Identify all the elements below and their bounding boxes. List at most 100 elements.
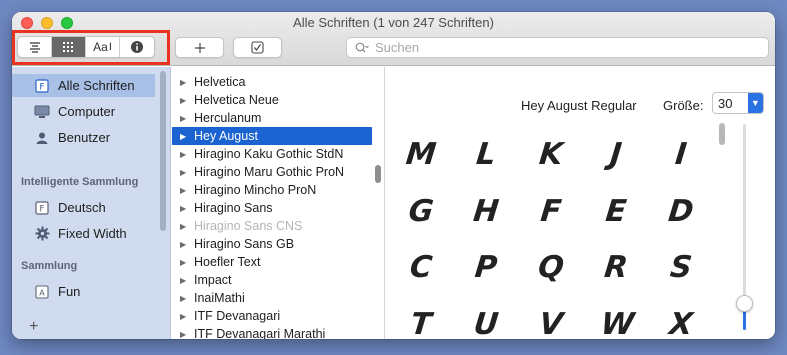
- window-title: Alle Schriften (1 von 247 Schriften): [293, 15, 494, 30]
- glyph-sample: R: [602, 250, 630, 285]
- preview-scrollbar[interactable]: [719, 123, 725, 145]
- sidebar-item-deutsch[interactable]: F Deutsch: [12, 196, 155, 219]
- computer-icon: [34, 104, 50, 120]
- font-list-item[interactable]: ▶ ITF Devanagari: [172, 307, 372, 325]
- glyph-sample: L: [474, 137, 498, 172]
- glyph-sample: F: [538, 194, 564, 229]
- disclosure-triangle-icon[interactable]: ▶: [180, 240, 188, 249]
- font-list-item[interactable]: ▶ ITF Devanagari Marathi: [172, 325, 372, 339]
- font-list-item[interactable]: ▶ InaiMathi: [172, 289, 372, 307]
- disclosure-triangle-icon[interactable]: ▶: [180, 168, 188, 177]
- collection-heading: Sammlung: [21, 260, 78, 272]
- validate-font-button[interactable]: [233, 37, 282, 58]
- svg-text:A: A: [39, 288, 45, 297]
- font-list-item-label: Hiragino Mincho ProN: [194, 183, 317, 197]
- font-list-item-label: Hiragino Kaku Gothic StdN: [194, 147, 344, 161]
- disclosure-triangle-icon[interactable]: ▶: [180, 204, 188, 213]
- glyph-sample: I: [673, 137, 689, 172]
- font-list-item[interactable]: ▶ Herculanum: [172, 109, 372, 127]
- font-list-item[interactable]: ▶ Helvetica Neue: [172, 91, 372, 109]
- sidebar-scrollbar[interactable]: [160, 71, 166, 231]
- glyph-sample: G: [406, 194, 436, 229]
- plus-icon: [194, 42, 205, 53]
- title-bar: Alle Schriften (1 von 247 Schriften) Aa I: [12, 12, 775, 66]
- font-list-item-label: ITF Devanagari Marathi: [194, 327, 326, 339]
- glyph-sample: K: [537, 137, 565, 172]
- font-list-item-label: Hiragino Sans CNS: [194, 219, 303, 233]
- glyph-sample: C: [408, 250, 434, 285]
- disclosure-triangle-icon[interactable]: ▶: [180, 330, 188, 339]
- glyph-sample: Q: [536, 250, 566, 285]
- font-book-window: Alle Schriften (1 von 247 Schriften) Aa I: [12, 12, 775, 339]
- svg-text:F: F: [39, 204, 44, 214]
- disclosure-triangle-icon[interactable]: ▶: [180, 150, 188, 159]
- sidebar-item-label: Fun: [58, 284, 81, 299]
- font-list-item[interactable]: ▶ Hiragino Kaku Gothic StdN: [172, 145, 372, 163]
- size-select[interactable]: 30 ▼: [712, 92, 764, 114]
- disclosure-triangle-icon[interactable]: ▶: [180, 132, 188, 141]
- sidebar-item-computer[interactable]: Computer: [12, 100, 155, 123]
- search-field[interactable]: Suchen: [346, 37, 769, 58]
- font-list-item[interactable]: ▶ Impact: [172, 271, 372, 289]
- sidebar-item-fixed-width[interactable]: Fixed Width: [12, 222, 155, 245]
- glyph-sample: H: [471, 194, 501, 229]
- font-list-item-label: Helvetica Neue: [194, 93, 279, 107]
- sidebar-item-benutzer[interactable]: Benutzer: [12, 126, 155, 149]
- disclosure-triangle-icon[interactable]: ▶: [180, 96, 188, 105]
- disclosure-triangle-icon[interactable]: ▶: [180, 78, 188, 87]
- collection-icon: A: [34, 284, 50, 300]
- font-list-item[interactable]: ▶ Hiragino Sans GB: [172, 235, 372, 253]
- chevron-down-icon: ▼: [747, 93, 763, 113]
- font-list-item-label: Impact: [194, 273, 232, 287]
- glyph-sample: X: [667, 307, 695, 339]
- font-list-item[interactable]: ▶ Hiragino Maru Gothic ProN: [172, 163, 372, 181]
- font-book-icon: F: [34, 200, 50, 216]
- font-list-item[interactable]: ▶ Hiragino Mincho ProN: [172, 181, 372, 199]
- preview-font-name: Hey August Regular: [521, 98, 637, 113]
- font-list-item-label: Herculanum: [194, 111, 262, 125]
- view-mode-highlight: [12, 30, 170, 65]
- sidebar-item-label: Computer: [58, 104, 116, 119]
- glyph-sample: W: [599, 307, 636, 339]
- disclosure-triangle-icon[interactable]: ▶: [180, 222, 188, 231]
- size-value: 30: [718, 95, 733, 111]
- font-list-item[interactable]: ▶ Helvetica: [172, 73, 372, 91]
- glyph-sample: S: [668, 250, 694, 285]
- sidebar-item-label: Benutzer: [58, 130, 111, 145]
- font-list-scrollbar[interactable]: [375, 165, 381, 183]
- disclosure-triangle-icon[interactable]: ▶: [180, 186, 188, 195]
- glyph-sample: J: [608, 137, 624, 172]
- font-list-item[interactable]: ▶ Hiragino Sans: [172, 199, 372, 217]
- font-list-item-label: Hiragino Sans GB: [194, 237, 295, 251]
- disclosure-triangle-icon[interactable]: ▶: [180, 312, 188, 321]
- font-list-item[interactable]: ▶ Hiragino Sans CNS: [172, 217, 372, 235]
- size-slider-knob[interactable]: [736, 295, 753, 312]
- checkbox-icon: [251, 41, 264, 54]
- search-icon: [355, 42, 369, 52]
- font-book-icon: F: [34, 78, 50, 94]
- sidebar-item-label: Deutsch: [58, 200, 106, 215]
- glyph-sample: P: [473, 250, 499, 285]
- svg-text:F: F: [39, 82, 44, 92]
- disclosure-triangle-icon[interactable]: ▶: [180, 114, 188, 123]
- glyph-sample: E: [603, 194, 629, 229]
- disclosure-triangle-icon[interactable]: ▶: [180, 294, 188, 303]
- add-font-button[interactable]: [175, 37, 224, 58]
- font-list-item-label: Hiragino Sans: [194, 201, 273, 215]
- sidebar-item-fun[interactable]: A Fun: [12, 280, 155, 303]
- sidebar-item-label: Fixed Width: [58, 226, 127, 241]
- user-icon: [34, 130, 50, 146]
- font-list-item[interactable]: ▶ Hoefler Text: [172, 253, 372, 271]
- disclosure-triangle-icon[interactable]: ▶: [180, 258, 188, 267]
- glyph-sample: D: [666, 194, 696, 229]
- font-list-item-label: InaiMathi: [194, 291, 245, 305]
- font-list-item[interactable]: ▶ Hey August: [172, 127, 372, 145]
- disclosure-triangle-icon[interactable]: ▶: [180, 276, 188, 285]
- glyph-sample: U: [471, 307, 501, 339]
- font-list-item-label: ITF Devanagari: [194, 309, 281, 323]
- sidebar-item-alle-schriften[interactable]: F Alle Schriften: [12, 74, 155, 97]
- sidebar-item-label: Alle Schriften: [58, 78, 135, 93]
- font-preview-pane: Hey August Regular Größe: 30 ▼ M L K J I GH F E…: [386, 67, 775, 339]
- add-collection-button[interactable]: +: [29, 318, 38, 336]
- search-placeholder: Suchen: [375, 40, 420, 55]
